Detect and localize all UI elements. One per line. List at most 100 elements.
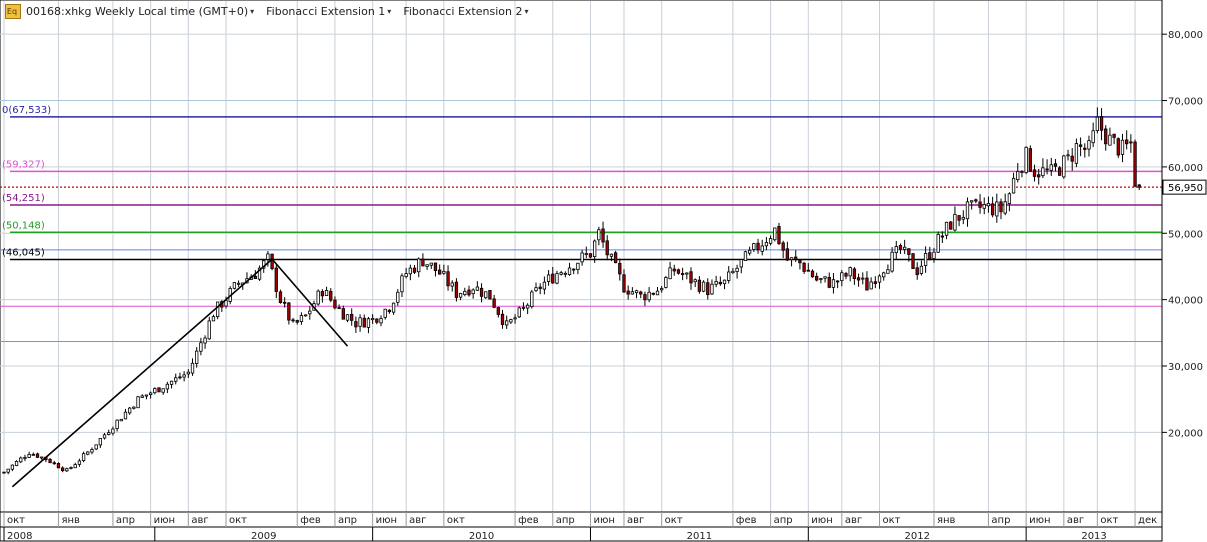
candle-body bbox=[324, 290, 329, 296]
candle-body bbox=[546, 274, 551, 282]
candle-body bbox=[1020, 171, 1024, 174]
symbol-label[interactable]: 00168:xhkg Weekly Local time (GMT+0) bbox=[26, 5, 248, 18]
candle-body bbox=[1074, 143, 1079, 164]
candle-body bbox=[949, 221, 953, 230]
fibonacci-extension-1-label[interactable]: Fibonacci Extension 1 bbox=[266, 5, 385, 18]
candle-body bbox=[1091, 130, 1095, 144]
candle-body bbox=[534, 287, 538, 292]
candle-body bbox=[1112, 133, 1116, 138]
candle-body bbox=[815, 275, 819, 281]
candle-body bbox=[609, 253, 614, 257]
candle-body bbox=[1087, 140, 1091, 150]
candle-body bbox=[287, 302, 291, 321]
candle-body bbox=[102, 434, 107, 439]
candle-body bbox=[27, 454, 31, 458]
candle-body bbox=[618, 262, 622, 275]
candle-body bbox=[496, 307, 500, 315]
x-axis: окт янв апр июн авг окт фев апр июн авг окт фев апр и… bbox=[0, 511, 1163, 542]
candle-body bbox=[1016, 171, 1020, 181]
x-month-label: июн bbox=[154, 515, 175, 526]
candle-body bbox=[701, 281, 706, 292]
candle-body bbox=[94, 444, 98, 450]
candle-body bbox=[14, 461, 19, 466]
candle-body bbox=[203, 337, 207, 344]
candle-body bbox=[634, 290, 639, 294]
candle-body bbox=[856, 277, 861, 281]
candle-body bbox=[391, 302, 396, 313]
candle-body bbox=[559, 272, 563, 275]
candle-body bbox=[329, 290, 333, 301]
candle-body bbox=[538, 286, 542, 289]
candle-body bbox=[902, 246, 907, 250]
candle-body bbox=[639, 291, 643, 295]
candle-body bbox=[626, 290, 630, 295]
candle-body bbox=[911, 253, 915, 269]
candle-body bbox=[890, 251, 894, 272]
candle-body bbox=[823, 276, 827, 279]
candle-body bbox=[668, 267, 672, 280]
candle-body bbox=[417, 258, 421, 273]
candle-body bbox=[714, 280, 718, 285]
candle-body bbox=[1041, 167, 1045, 177]
instrument-logo-icon[interactable]: Eq bbox=[5, 4, 21, 19]
x-year-label: 2010 bbox=[469, 531, 494, 542]
candle-body bbox=[458, 293, 463, 298]
x-year-label: 2011 bbox=[687, 531, 712, 542]
candle-body bbox=[446, 271, 450, 287]
candle-body bbox=[509, 319, 513, 323]
candle-body bbox=[551, 273, 555, 284]
candle-body bbox=[915, 267, 919, 276]
x-month-label: апр bbox=[556, 515, 575, 526]
candle-body bbox=[1095, 116, 1100, 131]
candle-body bbox=[224, 300, 228, 307]
candle-body bbox=[542, 281, 547, 290]
x-year-label: 2008 bbox=[7, 531, 32, 542]
fibonacci-extension-1-dropdown-icon[interactable]: ▾ bbox=[387, 7, 391, 16]
candle-body bbox=[86, 451, 90, 455]
candle-body bbox=[718, 281, 722, 285]
x-month-label: июн bbox=[1029, 515, 1050, 526]
candle-body bbox=[505, 320, 509, 326]
candle-body bbox=[467, 289, 471, 296]
candle-body bbox=[190, 362, 195, 374]
candle-body bbox=[320, 291, 325, 297]
fibonacci-level-label: (54,251) bbox=[2, 193, 45, 204]
candle-body bbox=[450, 282, 454, 287]
fibonacci-extension-2-dropdown-icon[interactable]: ▾ bbox=[524, 7, 528, 16]
candle-body bbox=[463, 290, 467, 295]
y-tick-label: 60,000 bbox=[1168, 163, 1203, 174]
candle-body bbox=[52, 462, 56, 465]
candle-body bbox=[693, 279, 697, 283]
candle-body bbox=[685, 272, 689, 275]
candle-body bbox=[442, 270, 446, 274]
candle-body bbox=[563, 272, 567, 275]
candle-body bbox=[735, 267, 739, 272]
candle-body bbox=[215, 301, 220, 318]
x-month-label: окт bbox=[1100, 515, 1118, 526]
candle-body bbox=[375, 318, 379, 323]
candle-body bbox=[965, 201, 970, 220]
x-month-label: авг bbox=[191, 515, 208, 526]
candle-body bbox=[1125, 139, 1129, 145]
candle-body bbox=[383, 308, 387, 318]
candle-body bbox=[73, 464, 77, 469]
candle-body bbox=[31, 453, 35, 456]
symbol-dropdown-icon[interactable]: ▾ bbox=[250, 7, 254, 16]
x-month-label: авг bbox=[409, 515, 426, 526]
fibonacci-extension-2-label[interactable]: Fibonacci Extension 2 bbox=[403, 5, 522, 18]
candle-body bbox=[303, 314, 308, 317]
candle-body bbox=[773, 227, 777, 241]
candle-body bbox=[479, 287, 484, 297]
candle-body bbox=[211, 316, 216, 322]
candle-body bbox=[35, 453, 40, 458]
candle-body bbox=[107, 432, 111, 435]
candle-body bbox=[1003, 201, 1007, 214]
candle-body bbox=[827, 276, 831, 288]
candle-body bbox=[333, 299, 337, 309]
candle-body bbox=[986, 203, 991, 207]
x-month-label: окт bbox=[229, 515, 247, 526]
candle-body bbox=[869, 281, 873, 290]
candle-body bbox=[1108, 134, 1112, 146]
x-month-label: июн bbox=[593, 515, 614, 526]
candle-body bbox=[90, 449, 94, 453]
